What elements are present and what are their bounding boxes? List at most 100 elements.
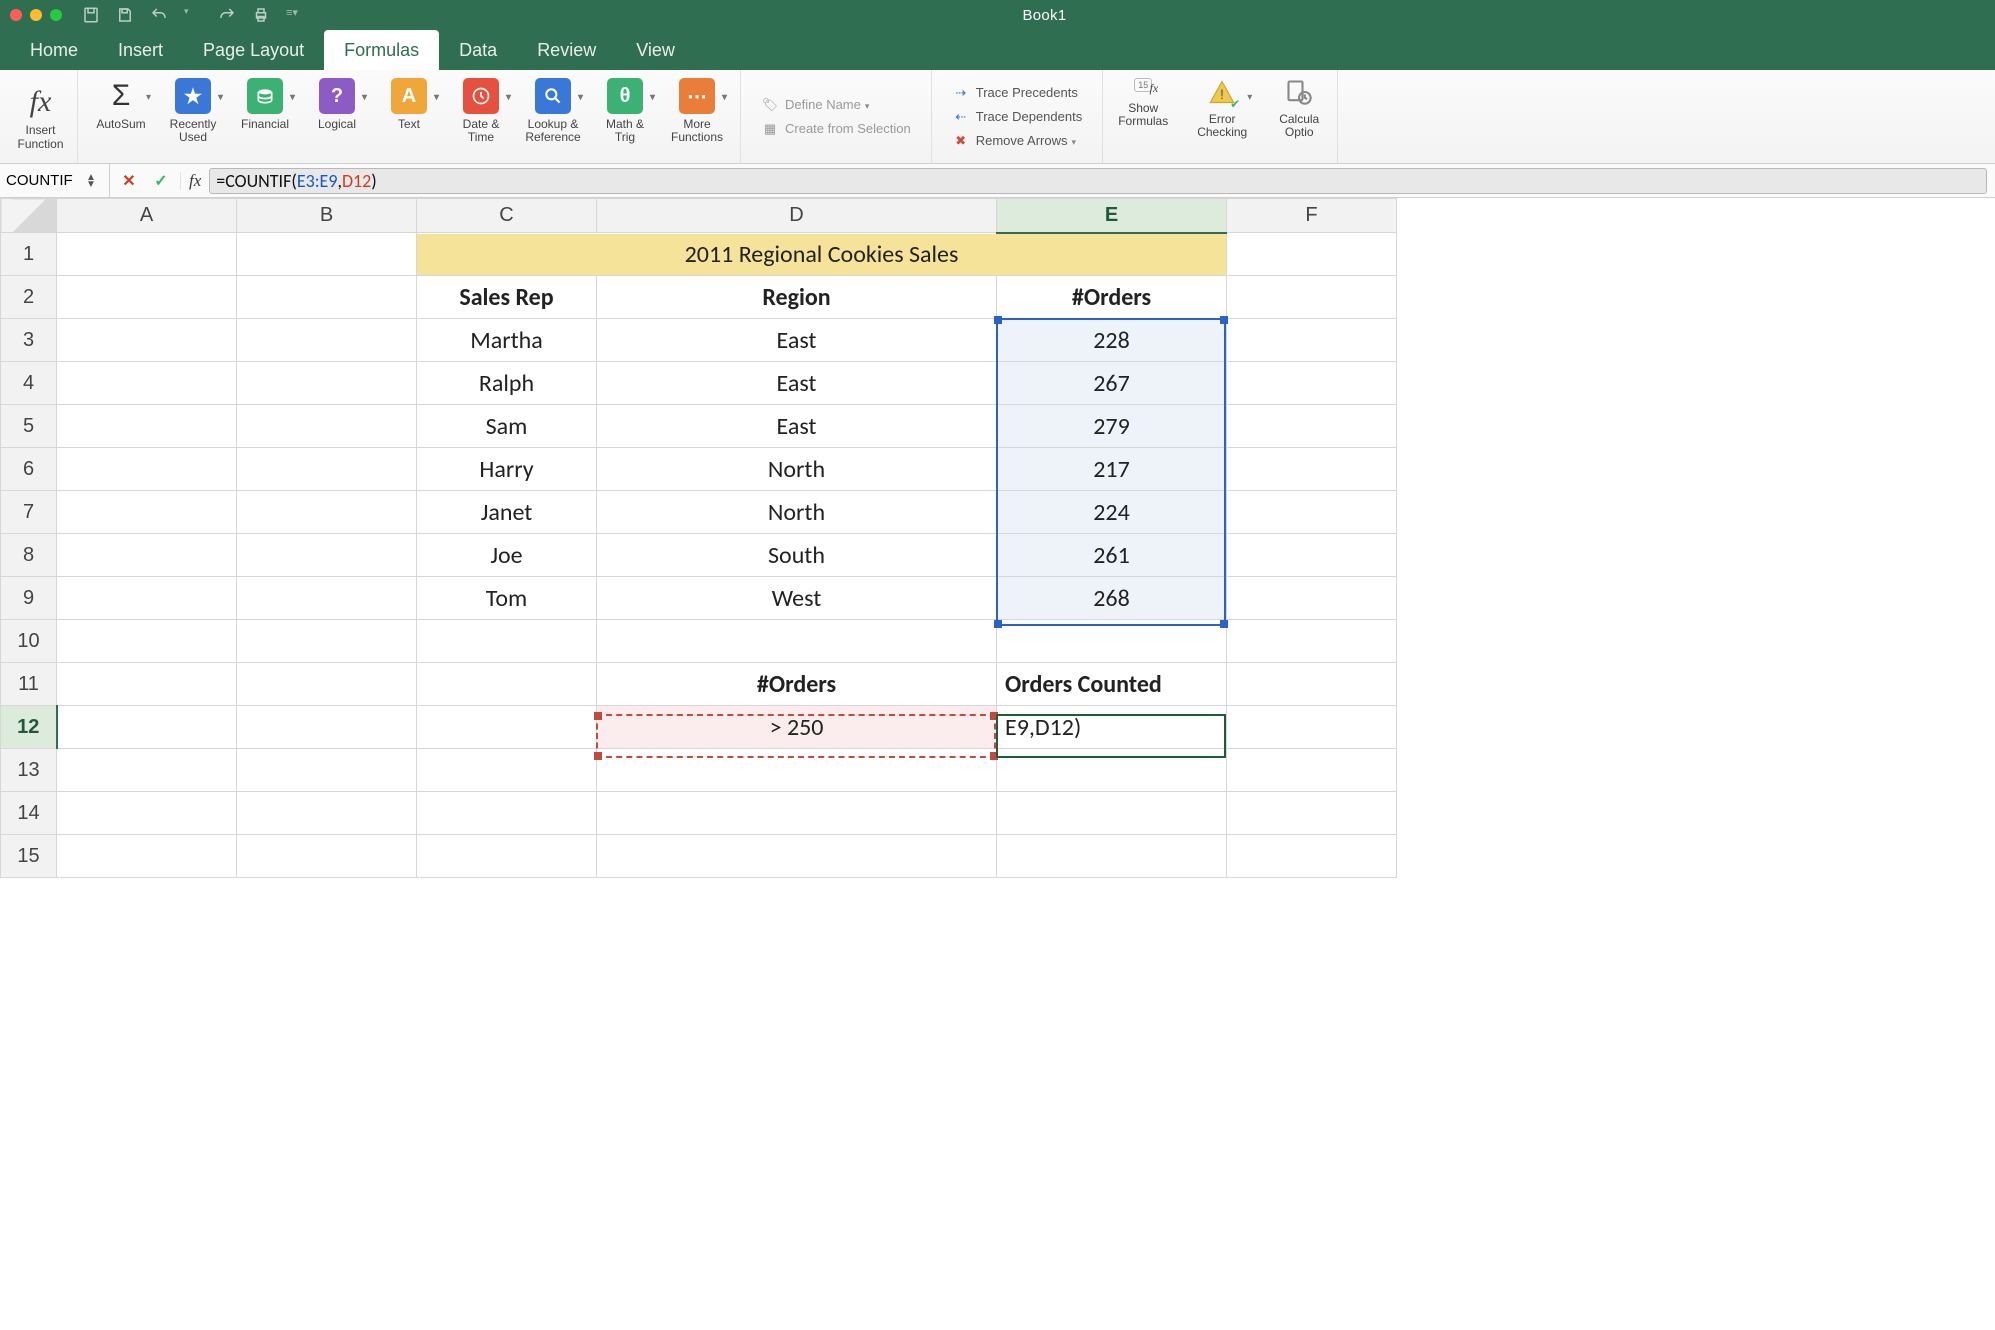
tab-data[interactable]: Data [439,30,517,70]
tab-review[interactable]: Review [517,30,616,70]
define-name-button[interactable]: 🏷Define Name [761,96,911,114]
financial-button[interactable]: ▾ Financial [232,78,298,131]
row-header[interactable]: 3 [1,319,57,362]
cell[interactable] [417,663,597,706]
cell[interactable] [57,620,237,663]
cell-orders[interactable]: 261 [997,534,1227,577]
cell[interactable] [1227,534,1397,577]
cell[interactable] [417,749,597,792]
cell[interactable] [237,792,417,835]
save-icon[interactable] [82,6,100,24]
autosum-button[interactable]: Σ▾ AutoSum [88,78,154,131]
cell-orders[interactable]: 217 [997,448,1227,491]
cell[interactable] [997,620,1227,663]
remove-arrows-button[interactable]: ✖Remove Arrows [952,132,1082,150]
show-formulas-button[interactable]: 15fx Show Formulas [1113,78,1173,128]
select-all-corner[interactable] [1,199,57,233]
header-region[interactable]: Region [597,276,997,319]
col-header-c[interactable]: C [417,199,597,233]
cell[interactable] [57,706,237,749]
cell-rep[interactable]: Harry [417,448,597,491]
cell[interactable] [1227,319,1397,362]
cell[interactable] [1227,233,1397,276]
cell[interactable] [1227,792,1397,835]
cell-region[interactable]: East [597,319,997,362]
cell-rep[interactable]: Joe [417,534,597,577]
cell[interactable] [597,835,997,878]
cell[interactable] [57,233,237,276]
cell[interactable] [1227,706,1397,749]
formula-input[interactable]: =COUNTIF(E3:E9,D12) [209,168,1987,194]
cell[interactable] [57,319,237,362]
trace-dependents-button[interactable]: ⇠Trace Dependents [952,108,1082,126]
cell[interactable] [57,577,237,620]
row-header[interactable]: 14 [1,792,57,835]
active-cell[interactable]: E9,D12) [997,706,1227,749]
cell[interactable] [417,620,597,663]
cell[interactable] [237,620,417,663]
redo-icon[interactable] [218,6,236,24]
error-checking-button[interactable]: !✔▾ Error Checking [1191,78,1253,139]
math-trig-button[interactable]: θ▾ Math & Trig [592,78,658,144]
undo-icon[interactable] [150,6,168,24]
col-header-b[interactable]: B [237,199,417,233]
row-header[interactable]: 11 [1,663,57,706]
cell-region[interactable]: North [597,491,997,534]
row-header[interactable]: 2 [1,276,57,319]
cell-orders[interactable]: 228 [997,319,1227,362]
cell[interactable] [237,706,417,749]
tab-page-layout[interactable]: Page Layout [183,30,324,70]
cell[interactable] [57,448,237,491]
cell[interactable] [1227,577,1397,620]
cell-rep[interactable]: Tom [417,577,597,620]
row-header[interactable]: 9 [1,577,57,620]
recently-used-button[interactable]: ★▾ Recently Used [160,78,226,144]
cell-region[interactable]: North [597,448,997,491]
cell[interactable] [1227,491,1397,534]
name-box[interactable]: ▲▼ [0,164,110,197]
cell[interactable] [237,663,417,706]
undo-dropdown-icon[interactable]: ▾ [184,6,202,24]
cell-orders[interactable]: 268 [997,577,1227,620]
cell[interactable] [1227,405,1397,448]
maximize-window-button[interactable] [50,9,62,21]
header-orders[interactable]: #Orders [997,276,1227,319]
tab-insert[interactable]: Insert [98,30,183,70]
cell[interactable] [597,749,997,792]
cell[interactable] [417,706,597,749]
cell[interactable] [1227,448,1397,491]
cell[interactable] [597,792,997,835]
cell[interactable] [57,362,237,405]
cell[interactable] [237,749,417,792]
row-header[interactable]: 5 [1,405,57,448]
cell[interactable] [237,577,417,620]
cell[interactable] [57,405,237,448]
row-header[interactable]: 6 [1,448,57,491]
print-icon[interactable] [252,6,270,24]
lookup-reference-button[interactable]: ▾ Lookup & Reference [520,78,586,144]
create-from-selection-button[interactable]: ▦Create from Selection [761,120,911,138]
qat-customize-icon[interactable]: ≡▾ [286,6,304,24]
cell[interactable] [57,835,237,878]
logical-button[interactable]: ?▾ Logical [304,78,370,131]
cell[interactable] [597,620,997,663]
cell-rep[interactable]: Ralph [417,362,597,405]
tab-home[interactable]: Home [10,30,98,70]
row-header[interactable]: 4 [1,362,57,405]
calculation-options-button[interactable]: Calcula Optio [1271,78,1327,139]
row-header[interactable]: 1 [1,233,57,276]
row-header[interactable]: 10 [1,620,57,663]
row-header[interactable]: 13 [1,749,57,792]
name-box-stepper[interactable]: ▲▼ [86,174,96,188]
cell[interactable] [1227,749,1397,792]
close-window-button[interactable] [10,9,22,21]
cell[interactable] [237,319,417,362]
title-cell[interactable]: 2011 Regional Cookies Sales [417,233,1227,276]
cell[interactable] [237,534,417,577]
cell[interactable] [1227,362,1397,405]
row-header[interactable]: 7 [1,491,57,534]
fx-label-icon[interactable]: fx [181,171,209,191]
tab-view[interactable]: View [616,30,695,70]
cell[interactable] [417,792,597,835]
cell[interactable] [237,835,417,878]
